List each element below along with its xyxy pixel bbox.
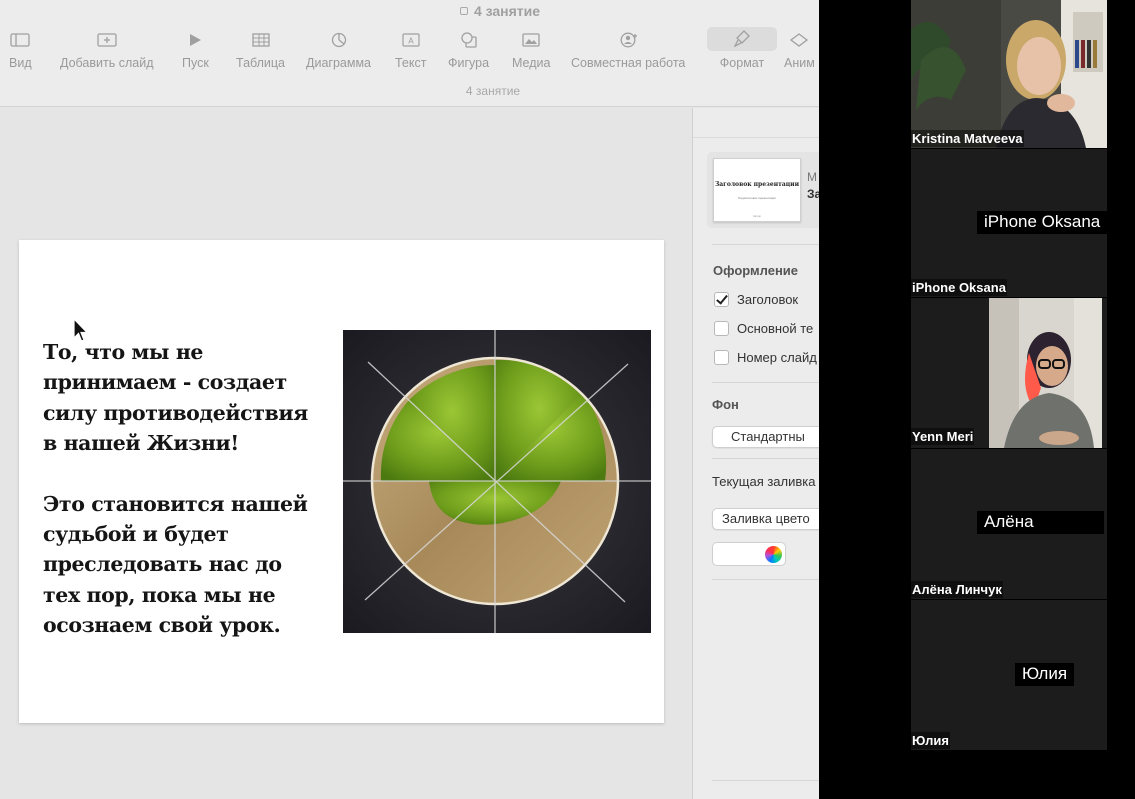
window-title-text: 4 занятие	[473, 3, 541, 19]
document-subtitle: 4 занятие	[465, 84, 521, 98]
body-checkbox[interactable]	[714, 321, 729, 336]
slide-paragraph-2: Это становится нашей судьбой и будет пре…	[43, 491, 308, 638]
slide-number-checkbox-label: Номер слайд	[737, 350, 817, 365]
add-slide-icon	[97, 30, 117, 50]
participant-tile[interactable]: Yenn Meri	[911, 298, 1107, 448]
collaborate-icon	[618, 30, 638, 50]
animate-button[interactable]: Аним	[784, 30, 815, 76]
participant-tile[interactable]: Юлия Юлия	[911, 600, 1107, 750]
animate-icon	[789, 30, 809, 50]
divider	[712, 579, 819, 580]
participant-video	[911, 0, 1107, 148]
participant-tile[interactable]: Kristina Matveeva	[911, 0, 1107, 148]
video-call-gallery: Kristina Matveeva iPhone Oksana iPhone O…	[819, 0, 1135, 799]
format-label: Формат	[719, 56, 765, 70]
text-box-icon: A	[402, 30, 420, 50]
add-slide-button[interactable]: Добавить слайд	[60, 30, 154, 76]
screen: 4 занятие Вид Добавить слайд Пуск Таблиц…	[0, 0, 1135, 799]
inspector-tab-bar	[693, 108, 819, 138]
title-checkbox[interactable]	[714, 292, 729, 307]
media-icon	[522, 30, 540, 50]
toolbar: 4 занятие Вид Добавить слайд Пуск Таблиц…	[0, 0, 819, 107]
participant-name: Yenn Meri	[911, 428, 975, 445]
slide-canvas[interactable]: То, что мы не принимаем - создает силу п…	[0, 108, 692, 799]
mouse-cursor-icon	[73, 318, 89, 342]
thumb-title: Заголовок презентации	[714, 181, 800, 188]
format-inspector: Заголовок презентации Подзаголовок презе…	[692, 108, 819, 799]
chart-icon	[331, 30, 347, 50]
background-popup[interactable]: Стандартны	[712, 426, 819, 448]
paintbrush-icon	[707, 27, 777, 51]
slide-layout-selector[interactable]: Заголовок презентации Подзаголовок презе…	[707, 152, 819, 228]
layout-name: За	[807, 187, 819, 201]
svg-text:A: A	[408, 37, 414, 46]
participant-name: iPhone Oksana	[911, 279, 1007, 296]
participant-video	[989, 298, 1102, 448]
text-label: Текст	[395, 56, 427, 70]
background-header: Фон	[712, 397, 739, 412]
participant-name: Юлия	[911, 732, 950, 749]
collaborate-label: Совместная работа	[571, 56, 686, 70]
slide-image[interactable]	[343, 330, 651, 633]
divider	[712, 458, 819, 459]
media-label: Медиа	[512, 56, 551, 70]
current-fill-label: Текущая заливка	[712, 474, 816, 489]
slide-number-checkbox-row[interactable]: Номер слайд	[714, 350, 817, 365]
table-label: Таблица	[236, 56, 286, 70]
add-slide-label: Добавить слайд	[60, 56, 154, 70]
thumb-subtitle: Подзаголовок презентации	[738, 196, 776, 200]
view-button[interactable]: Вид	[9, 30, 32, 76]
fill-type-popup[interactable]: Заливка цвето	[712, 508, 819, 530]
play-button[interactable]: Пуск	[182, 30, 209, 76]
chart-label: Диаграмма	[306, 56, 372, 70]
keynote-window: 4 занятие Вид Добавить слайд Пуск Таблиц…	[0, 0, 819, 799]
slide-layout-thumbnail: Заголовок презентации Подзаголовок презе…	[713, 158, 801, 222]
participant-tile[interactable]: iPhone Oksana iPhone Oksana	[911, 149, 1108, 297]
collaborate-button[interactable]: Совместная работа	[571, 30, 685, 76]
format-button[interactable]: Формат	[707, 27, 777, 76]
participant-name: Kristina Matveeva	[911, 130, 1024, 147]
appearance-header: Оформление	[713, 263, 799, 278]
shape-icon	[460, 30, 478, 50]
sidebar-icon	[10, 30, 30, 50]
slide[interactable]: То, что мы не принимаем - создает силу п…	[19, 240, 664, 723]
lock-icon	[459, 7, 468, 15]
participant-name: Алёна Линчук	[911, 581, 1003, 598]
participant-center-name: iPhone Oksana	[977, 211, 1108, 234]
divider	[712, 244, 819, 245]
text-button[interactable]: A Текст	[395, 30, 426, 76]
table-icon	[251, 30, 270, 50]
color-wheel-icon[interactable]	[765, 546, 782, 563]
shape-button[interactable]: Фигура	[448, 30, 489, 76]
view-label: Вид	[9, 56, 32, 70]
body-checkbox-label: Основной те	[737, 321, 814, 336]
divider	[712, 382, 819, 383]
slide-text-box[interactable]: То, что мы не принимаем - создает силу п…	[43, 337, 323, 641]
play-icon	[188, 30, 202, 50]
fill-color-well[interactable]	[712, 542, 786, 566]
media-button[interactable]: Медиа	[512, 30, 550, 76]
title-checkbox-row[interactable]: Заголовок	[714, 292, 798, 307]
divider	[712, 780, 819, 781]
window-title: 4 занятие	[0, 3, 819, 19]
participant-center-name: Юлия	[1015, 663, 1075, 686]
layout-prefix: М	[807, 170, 817, 184]
table-button[interactable]: Таблица	[236, 30, 285, 76]
thumb-author: Автор	[752, 214, 762, 218]
slide-number-checkbox[interactable]	[714, 350, 729, 365]
play-label: Пуск	[182, 56, 209, 70]
participant-center-name: Алёна	[977, 511, 1104, 534]
title-checkbox-label: Заголовок	[737, 292, 799, 307]
body-checkbox-row[interactable]: Основной те	[714, 321, 813, 336]
slide-paragraph-1: То, что мы не принимаем - создает силу п…	[43, 340, 308, 456]
animate-label: Аним	[784, 56, 815, 70]
shape-label: Фигура	[448, 56, 490, 70]
participant-tile[interactable]: Алёна Алёна Линчук	[911, 449, 1107, 599]
chart-button[interactable]: Диаграмма	[306, 30, 371, 76]
